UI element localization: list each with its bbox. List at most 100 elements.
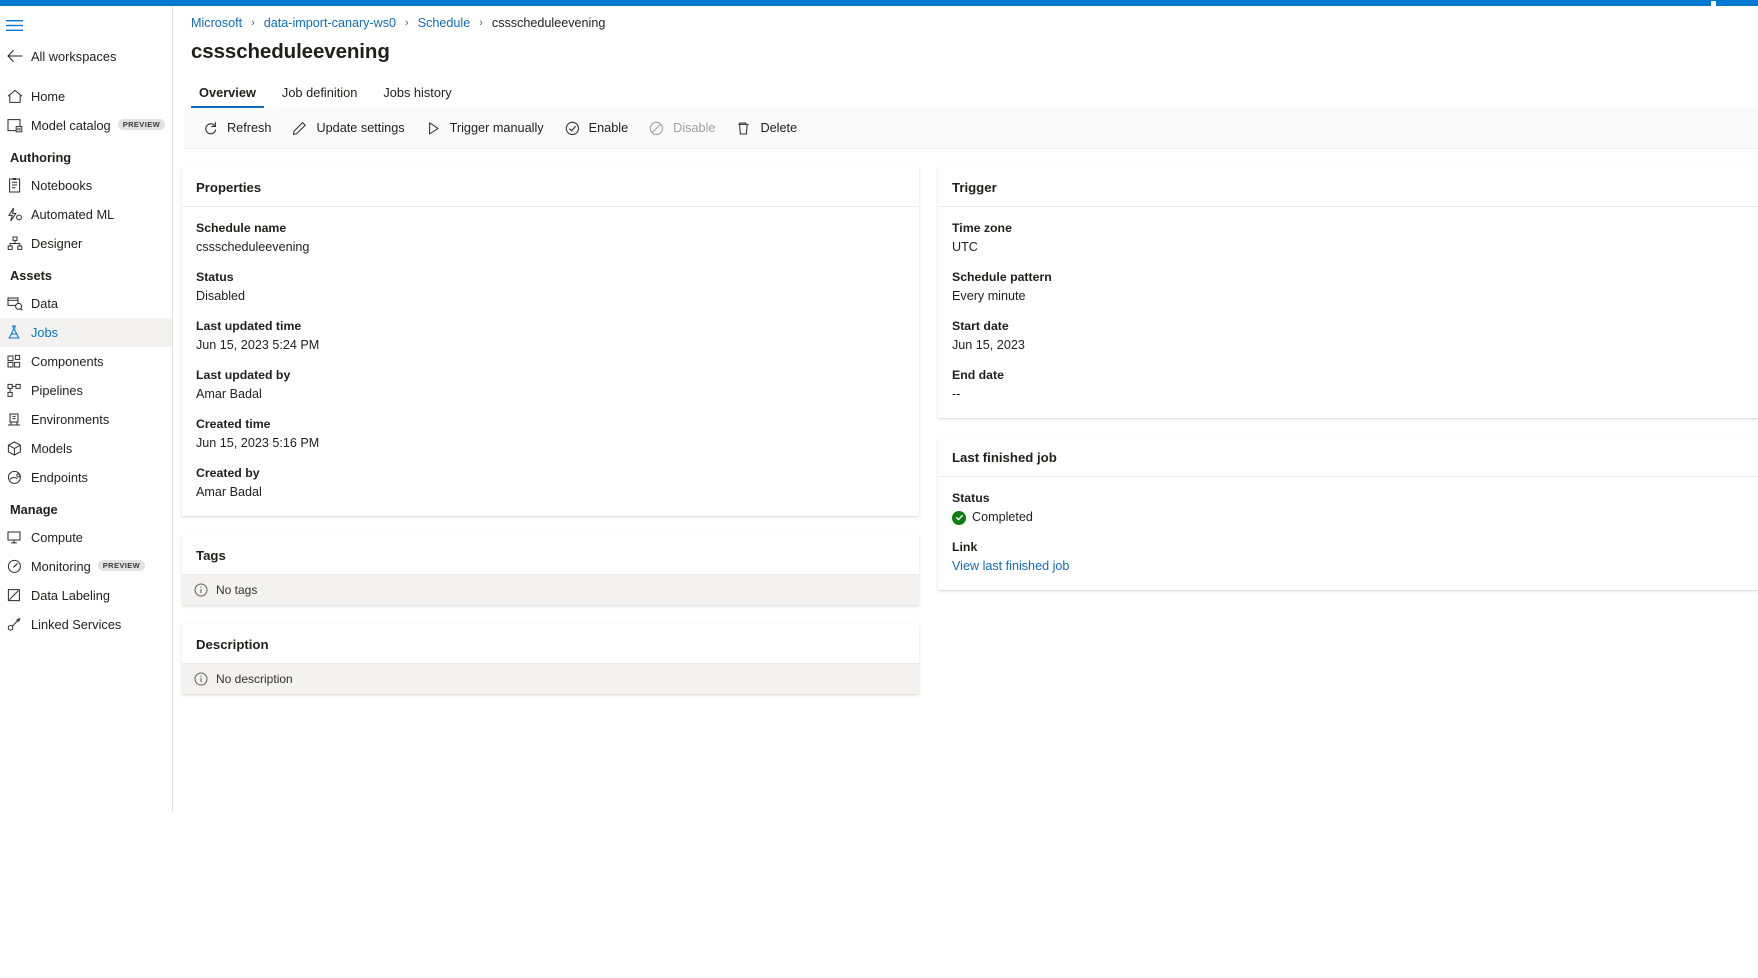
info-circle-icon <box>194 583 208 597</box>
compute-monitor-icon <box>7 530 29 545</box>
status-badge: Completed <box>952 508 1744 527</box>
card-body: Time zone UTC Schedule pattern Every min… <box>938 207 1758 418</box>
breadcrumb-item-workspace[interactable]: data-import-canary-ws0 <box>264 16 396 30</box>
card-title: Tags <box>182 535 919 575</box>
property-row: Link View last finished job <box>952 538 1744 576</box>
tags-card: Tags No tags <box>182 535 919 605</box>
designer-icon <box>7 236 29 251</box>
card-body: Status Completed Link View las <box>938 477 1758 590</box>
refresh-button[interactable]: Refresh <box>192 112 281 144</box>
right-card-column: Trigger Time zone UTC Schedule pattern E… <box>938 167 1758 609</box>
card-title: Trigger <box>938 167 1758 207</box>
sidebar-item-linked-services[interactable]: Linked Services <box>0 610 172 639</box>
sidebar-item-components[interactable]: Components <box>0 347 172 376</box>
delete-button[interactable]: Delete <box>725 112 807 144</box>
enable-button[interactable]: Enable <box>554 112 639 144</box>
breadcrumb-separator-icon: › <box>251 17 255 29</box>
property-key: Last updated time <box>196 317 905 335</box>
sidebar-item-all-workspaces[interactable]: All workspaces <box>0 40 172 72</box>
property-value: Jun 15, 2023 5:16 PM <box>196 434 905 453</box>
automated-ml-icon <box>7 207 29 222</box>
tab-list: Overview Job definition Jobs history <box>174 78 1758 108</box>
card-title: Description <box>182 624 919 664</box>
command-label: Update settings <box>316 121 404 135</box>
property-value: UTC <box>952 238 1744 257</box>
disable-button: Disable <box>638 112 725 144</box>
hamburger-menu-icon[interactable] <box>0 10 172 40</box>
tags-empty-state: No tags <box>182 575 919 605</box>
trigger-card: Trigger Time zone UTC Schedule pattern E… <box>938 167 1758 418</box>
trash-icon <box>735 120 752 137</box>
preview-badge: PREVIEW <box>98 560 145 572</box>
tab-jobs-history[interactable]: Jobs history <box>375 85 459 108</box>
play-triangle-icon <box>425 120 442 137</box>
breadcrumb-item-schedule[interactable]: Schedule <box>418 16 471 30</box>
description-card: Description No description <box>182 624 919 694</box>
check-circle-filled-icon <box>952 511 966 525</box>
sidebar-item-compute[interactable]: Compute <box>0 523 172 552</box>
property-row: Last updated time Jun 15, 2023 5:24 PM <box>196 317 905 355</box>
trigger-manually-button[interactable]: Trigger manually <box>415 112 554 144</box>
sidebar-item-home[interactable]: Home <box>0 82 172 111</box>
card-title: Last finished job <box>938 437 1758 477</box>
sidebar-item-label: Monitoring <box>31 559 91 574</box>
monitoring-gauge-icon <box>7 559 29 574</box>
sidebar-item-label: Notebooks <box>31 178 92 193</box>
sidebar-item-notebooks[interactable]: Notebooks <box>0 171 172 200</box>
property-row: Schedule pattern Every minute <box>952 268 1744 306</box>
sidebar-spacer <box>0 72 172 82</box>
property-value: Amar Badal <box>196 385 905 404</box>
sidebar-item-label: Designer <box>31 236 82 251</box>
sidebar-item-label: Pipelines <box>31 383 83 398</box>
arrow-left-icon <box>7 49 29 63</box>
sidebar-item-model-catalog[interactable]: Model catalog PREVIEW <box>0 111 172 140</box>
sidebar-item-label: Linked Services <box>31 617 121 632</box>
sidebar-item-endpoints[interactable]: Endpoints <box>0 463 172 492</box>
property-row: Created by Amar Badal <box>196 464 905 502</box>
sidebar-item-environments[interactable]: Environments <box>0 405 172 434</box>
sidebar-item-pipelines[interactable]: Pipelines <box>0 376 172 405</box>
property-key: Created by <box>196 464 905 482</box>
sidebar-item-label: Data Labeling <box>31 588 110 603</box>
sidebar-item-models[interactable]: Models <box>0 434 172 463</box>
property-value: View last finished job <box>952 557 1744 576</box>
update-settings-button[interactable]: Update settings <box>281 112 414 144</box>
sidebar-item-label: Components <box>31 354 104 369</box>
tab-overview[interactable]: Overview <box>191 85 264 108</box>
property-key: Status <box>952 489 1744 507</box>
environments-icon <box>7 412 29 427</box>
pipelines-icon <box>7 383 29 398</box>
property-row: Last updated by Amar Badal <box>196 366 905 404</box>
sidebar-item-data[interactable]: Data <box>0 289 172 318</box>
property-value: Every minute <box>952 287 1744 306</box>
sidebar-item-label: Data <box>31 296 58 311</box>
property-key: Start date <box>952 317 1744 335</box>
sidebar-item-label: Model catalog <box>31 118 111 133</box>
sidebar-item-jobs[interactable]: Jobs <box>0 318 172 347</box>
view-last-finished-job-link[interactable]: View last finished job <box>952 559 1069 573</box>
property-row: Status Disabled <box>196 268 905 306</box>
property-value: Amar Badal <box>196 483 905 502</box>
command-bar: Refresh Update settings Trigger manually… <box>184 108 1758 149</box>
sidebar-item-designer[interactable]: Designer <box>0 229 172 258</box>
property-value: Disabled <box>196 287 905 306</box>
property-value: cssscheduleevening <box>196 238 905 257</box>
sidebar-item-data-labeling[interactable]: Data Labeling <box>0 581 172 610</box>
property-key: Schedule name <box>196 219 905 237</box>
empty-text: No description <box>216 672 293 686</box>
tab-job-definition[interactable]: Job definition <box>274 85 365 108</box>
property-row: Time zone UTC <box>952 219 1744 257</box>
breadcrumb-separator-icon: › <box>405 17 409 29</box>
breadcrumb-item-microsoft[interactable]: Microsoft <box>191 16 242 30</box>
property-key: Created time <box>196 415 905 433</box>
jobs-flask-icon <box>7 325 29 340</box>
endpoints-icon <box>7 470 29 485</box>
sidebar-item-monitoring[interactable]: Monitoring PREVIEW <box>0 552 172 581</box>
property-row: Start date Jun 15, 2023 <box>952 317 1744 355</box>
sidebar-item-label: Jobs <box>31 325 58 340</box>
sidebar-item-automated-ml[interactable]: Automated ML <box>0 200 172 229</box>
sidebar-item-label: All workspaces <box>31 49 116 64</box>
property-value: Jun 15, 2023 <box>952 336 1744 355</box>
models-cube-icon <box>7 441 29 456</box>
property-key: Link <box>952 538 1744 556</box>
